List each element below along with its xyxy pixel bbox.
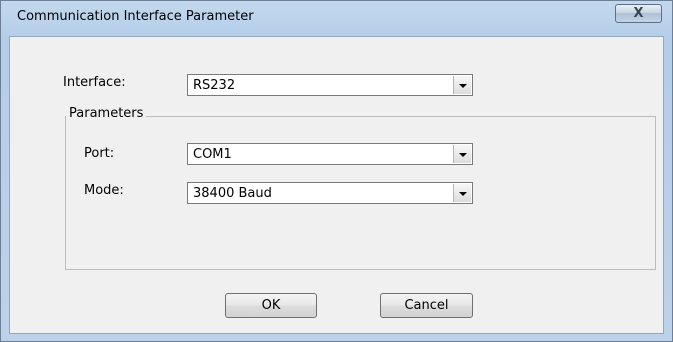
close-icon: X [633, 6, 644, 21]
mode-select[interactable]: 38400 Baud [187, 182, 473, 204]
interface-label: Interface: [63, 75, 126, 90]
interface-select[interactable]: RS232 [187, 74, 473, 96]
chevron-down-icon[interactable] [453, 184, 471, 202]
dialog-window: Communication Interface Parameter X Inte… [0, 0, 673, 342]
parameters-group-title: Parameters [66, 106, 147, 121]
mode-value: 38400 Baud [193, 186, 272, 201]
chevron-down-icon[interactable] [453, 76, 471, 94]
dialog-body: Interface: RS232 Parameters Port: COM1 M… [9, 36, 664, 334]
interface-value: RS232 [193, 78, 236, 93]
chevron-down-icon[interactable] [453, 145, 471, 163]
ok-button[interactable]: OK [225, 293, 317, 318]
port-value: COM1 [193, 147, 232, 162]
port-select[interactable]: COM1 [187, 143, 473, 165]
mode-label: Mode: [84, 183, 124, 198]
cancel-button[interactable]: Cancel [380, 293, 473, 318]
port-label: Port: [84, 146, 115, 161]
close-button[interactable]: X [615, 4, 662, 23]
window-title: Communication Interface Parameter [17, 9, 254, 24]
title-bar[interactable]: Communication Interface Parameter X [1, 1, 672, 35]
